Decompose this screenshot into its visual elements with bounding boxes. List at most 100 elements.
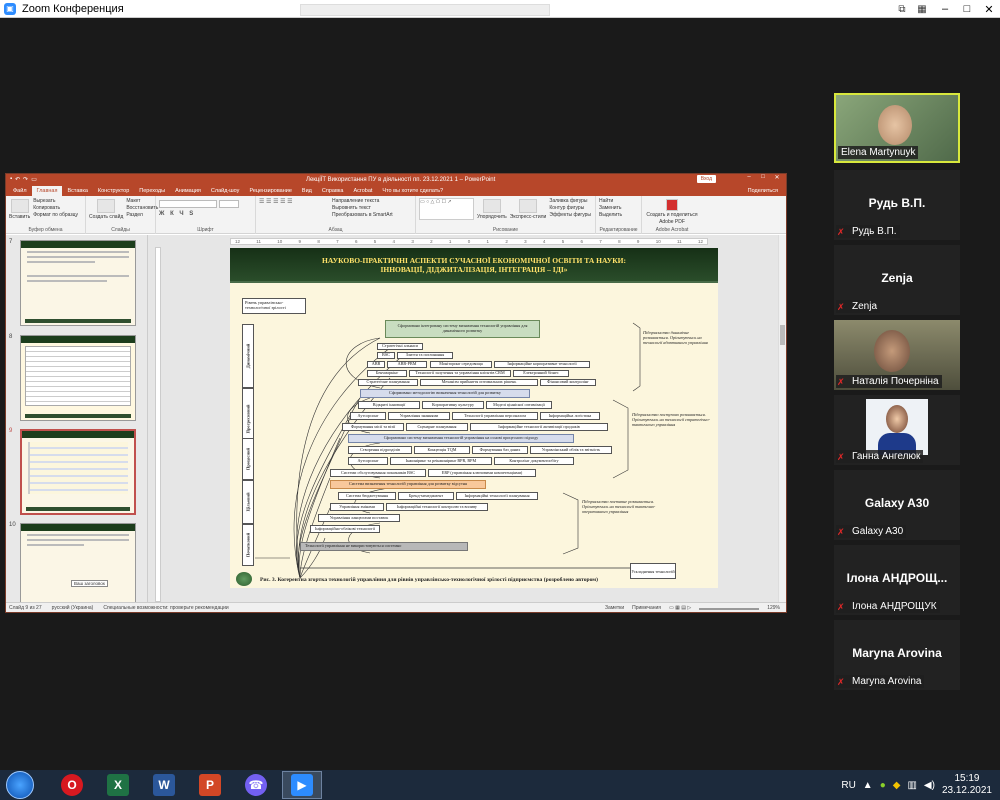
tray-app-icon[interactable]: ● xyxy=(880,780,886,791)
participant-tile[interactable]: Elena Martynuyk xyxy=(834,93,960,163)
tech-box: Створення підрозділів xyxy=(348,446,412,454)
close-button[interactable]: ✕ xyxy=(978,0,1000,18)
tray-zoom-icon[interactable]: ◆ xyxy=(893,780,901,791)
shape-effects-button[interactable]: Эффекты фигуры xyxy=(549,212,591,219)
shape-fill-button[interactable]: Заливка фигуры xyxy=(549,198,591,205)
tab-slideshow[interactable]: Слайд-шоу xyxy=(206,186,245,196)
participant-video xyxy=(874,330,910,372)
taskbar-word[interactable]: W xyxy=(144,771,184,799)
taskbar-zoom[interactable]: ▶ xyxy=(282,771,322,799)
participant-tile[interactable]: Ганна Ангелюк ✗ xyxy=(834,395,960,465)
slide-thumbnail[interactable]: Ваш заголовок xyxy=(20,523,136,604)
paragraph-buttons[interactable]: ☰ ☰ ☰ ☰ ☰ xyxy=(259,198,329,219)
language-status[interactable]: русский (Украина) xyxy=(52,605,94,611)
maximize-button[interactable]: □ xyxy=(956,0,978,18)
font-name-select[interactable] xyxy=(159,200,217,208)
show-hidden-icons[interactable]: ▲ xyxy=(863,780,873,791)
zoom-window-title: Zoom Конференция xyxy=(22,2,124,15)
participant-tile[interactable]: Рудь В.П. Рудь В.П. ✗ xyxy=(834,170,960,240)
volume-icon[interactable]: ◀) xyxy=(924,780,935,791)
replace-button[interactable]: Заменить xyxy=(599,205,638,212)
ppt-statusbar: Слайд 9 из 27 русский (Украина) Специаль… xyxy=(6,602,786,612)
layout-button[interactable]: Макет xyxy=(126,198,158,205)
shape-outline-button[interactable]: Контур фигуры xyxy=(549,205,591,212)
conference-logo xyxy=(236,572,252,586)
participant-tile[interactable]: Galaxy A30 Galaxy A30 ✗ xyxy=(834,470,960,540)
start-slideshow-icon[interactable]: ▭ xyxy=(31,176,37,183)
section-button[interactable]: Раздел xyxy=(126,212,158,219)
share-button[interactable]: Поделиться xyxy=(748,187,778,196)
redo-icon[interactable]: ↷ xyxy=(23,176,28,183)
smartart-button[interactable]: Преобразовать в SmartArt xyxy=(332,212,393,219)
taskbar-excel[interactable]: X xyxy=(98,771,138,799)
zoom-slider[interactable] xyxy=(699,607,760,610)
keyboard-language[interactable]: RU xyxy=(841,780,855,791)
font-size-select[interactable] xyxy=(219,200,239,208)
tab-acrobat[interactable]: Acrobat xyxy=(348,186,377,196)
quick-styles-button[interactable]: Экспресс-стили xyxy=(510,214,547,221)
save-icon[interactable]: ▪ xyxy=(10,176,12,183)
clipboard-group: Вставить Вырезать Копировать Формат по о… xyxy=(6,196,86,234)
reset-button[interactable]: Восстановить xyxy=(126,205,158,212)
arrange-button[interactable]: Упорядочить xyxy=(477,214,507,221)
share-icon[interactable]: ⧉ xyxy=(894,0,910,18)
participant-tile[interactable]: Maryna Arovina Maryna Arovina ✗ xyxy=(834,620,960,690)
cut-button[interactable]: Вырезать xyxy=(33,198,78,205)
slide-thumbnail[interactable] xyxy=(20,335,136,421)
format-painter-button[interactable]: Формат по образцу xyxy=(33,212,78,219)
paste-icon[interactable] xyxy=(10,199,29,213)
shapes-gallery[interactable]: ▭ ○ △ ⬠ ☐ ↗ xyxy=(419,198,474,220)
tab-transitions[interactable]: Переходы xyxy=(134,186,170,196)
ppt-maximize-button[interactable]: □ xyxy=(756,174,770,181)
zoom-level[interactable]: 129% xyxy=(767,605,780,611)
new-slide-button[interactable]: Создать слайд xyxy=(89,214,123,221)
taskbar-powerpoint[interactable]: P xyxy=(190,771,230,799)
minimize-button[interactable]: – xyxy=(934,0,956,18)
taskbar-viber[interactable]: ☎ xyxy=(236,771,276,799)
tab-animations[interactable]: Анимация xyxy=(170,186,206,196)
text-direction-button[interactable]: Направление текста xyxy=(332,198,393,205)
quick-styles-icon[interactable] xyxy=(519,199,538,213)
tab-home[interactable]: Главная xyxy=(31,186,63,196)
network-icon[interactable]: ▥ xyxy=(907,780,916,791)
arrange-icon[interactable] xyxy=(482,199,501,213)
taskbar-opera[interactable]: O xyxy=(52,771,92,799)
participant-tile[interactable]: Zenja Zenja ✗ xyxy=(834,245,960,315)
select-button[interactable]: Выделить xyxy=(599,212,638,219)
font-format-buttons[interactable]: Ж К Ч S xyxy=(159,211,252,217)
notes-button[interactable]: Заметки xyxy=(605,605,624,611)
undo-icon[interactable]: ↶ xyxy=(15,176,20,183)
tab-help[interactable]: Справка xyxy=(317,186,349,196)
slide-thumbnail[interactable] xyxy=(20,240,136,326)
slide-thumbnail-selected[interactable] xyxy=(20,429,136,515)
accessibility-status[interactable]: Специальные возможности: проверьте реком… xyxy=(103,605,228,611)
windows-start-button[interactable] xyxy=(6,771,34,799)
adobe-pdf-icon[interactable] xyxy=(666,199,678,211)
tab-file[interactable]: Файл xyxy=(8,186,32,196)
taskbar-clock[interactable]: 15:19 23.12.2021 xyxy=(942,773,992,797)
drawing-group: ▭ ○ △ ⬠ ☐ ↗ Упорядочить Экспресс-стили З… xyxy=(416,196,596,234)
participant-tile[interactable]: Наталія Почерніна ✗ xyxy=(834,320,960,390)
level-target: Цільовий xyxy=(242,480,254,524)
copy-button[interactable]: Копировать xyxy=(33,205,78,212)
scrollbar-thumb[interactable] xyxy=(780,325,785,345)
align-text-button[interactable]: Выровнять текст xyxy=(332,205,393,212)
current-slide[interactable]: НАУКОВО-ПРАКТИЧНІ АСПЕКТИ СУЧАСНОЇ ЕКОНО… xyxy=(230,248,718,588)
tab-insert[interactable]: Вставка xyxy=(62,186,92,196)
ppt-minimize-button[interactable]: – xyxy=(742,174,756,181)
layout-icon[interactable]: ▦ xyxy=(914,0,930,18)
paste-button[interactable]: Вставить xyxy=(9,214,30,221)
signin-button[interactable]: Вход xyxy=(696,175,716,183)
create-pdf-button[interactable]: Создать и поделиться Adobe PDF xyxy=(645,212,699,226)
vertical-scrollbar[interactable] xyxy=(778,235,786,604)
ppt-close-button[interactable]: ✕ xyxy=(770,174,784,181)
tab-design[interactable]: Конструктор xyxy=(93,186,134,196)
comments-button[interactable]: Примечания xyxy=(632,605,661,611)
tab-review[interactable]: Рецензирование xyxy=(244,186,296,196)
participant-tile[interactable]: Ілона АНДРОЩ... Ілона АНДРОЩУК ✗ xyxy=(834,545,960,615)
view-buttons[interactable]: ▭ ▦ ▤ ▷ xyxy=(669,605,691,611)
find-button[interactable]: Найти xyxy=(599,198,638,205)
tab-view[interactable]: Вид xyxy=(297,186,317,196)
tell-me-search[interactable]: Что вы хотите сделать? xyxy=(377,186,448,196)
new-slide-icon[interactable] xyxy=(97,199,116,213)
